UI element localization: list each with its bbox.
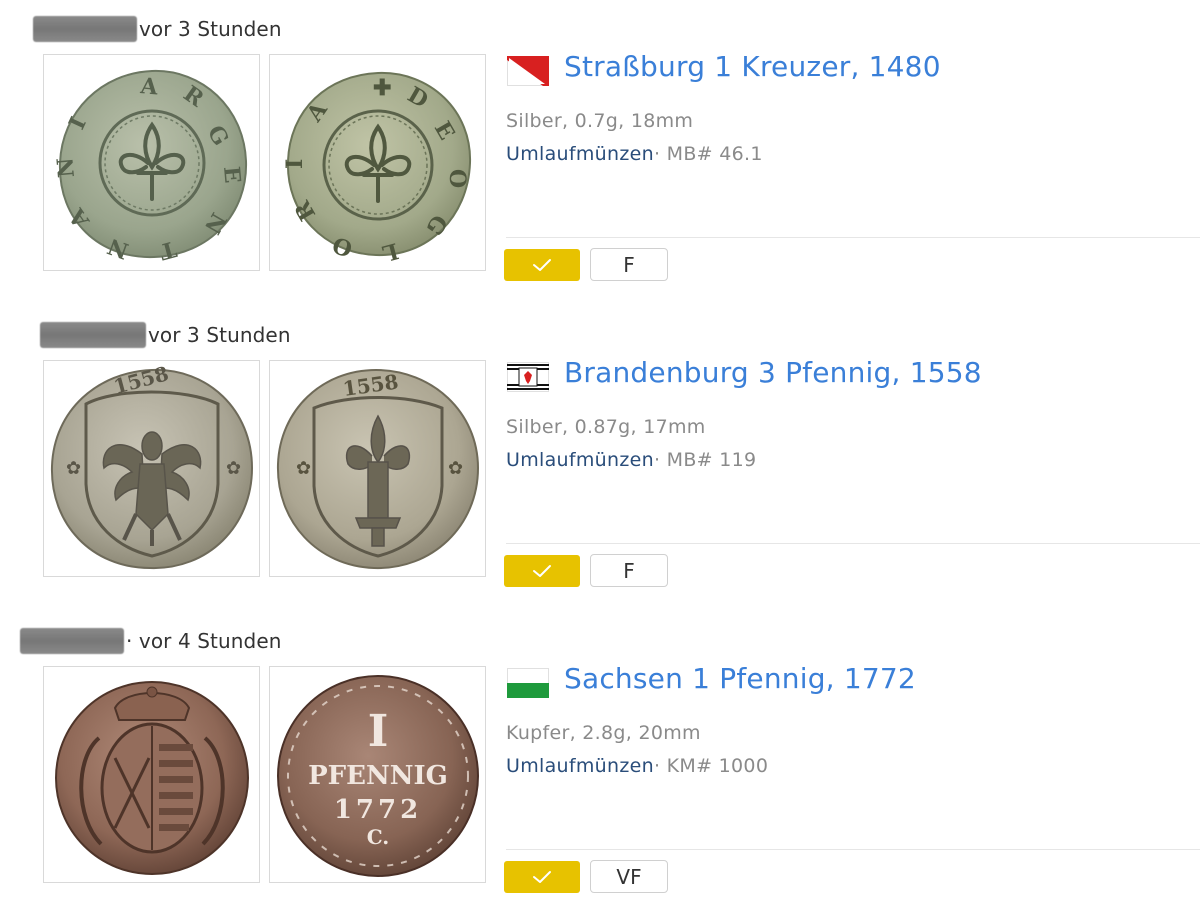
coin-entry: · vor 4 Stunden I PFENNIG 1772 C. Sachse… — [0, 612, 1200, 918]
username-redacted[interactable] — [33, 16, 137, 42]
rosette-mark: ✿ — [226, 458, 241, 479]
brandenburg-flag-icon — [507, 362, 549, 392]
coin-obverse-image[interactable]: 1558 ✿ ✿ — [43, 360, 260, 577]
collection-check-button[interactable] — [504, 861, 580, 893]
reverse-legend-letter: I — [282, 158, 308, 168]
catalog-number: · MB# 46.1 — [653, 143, 763, 165]
coin-catalog-line: Umlaufmünzen· MB# 46.1 — [506, 143, 763, 165]
entry-meta: · vor 4 Stunden — [20, 626, 282, 656]
coin-obverse-image[interactable] — [43, 666, 260, 883]
catalog-number: · MB# 119 — [653, 449, 757, 471]
coin-value: I — [367, 706, 388, 757]
category-link[interactable]: Umlaufmünzen — [506, 449, 654, 471]
coin-specs: Silber, 0.7g, 18mm — [506, 110, 694, 132]
sachsen-flag-icon — [507, 668, 549, 698]
obverse-legend-letter: A — [138, 72, 159, 100]
coin-title-link[interactable]: Straßburg 1 Kreuzer, 1480 — [564, 50, 941, 83]
entry-meta: vor 3 Stunden — [33, 14, 282, 44]
obverse-legend-letter: N — [52, 156, 80, 178]
coin-entry: vor 3 Stunden 1558 ✿ ✿ 1558 ✿ ✿ Brandenb… — [0, 306, 1200, 612]
coin-reverse-image[interactable]: ✚ D E O G L O R I A — [269, 54, 486, 271]
reverse-legend-cross: ✚ — [373, 75, 391, 101]
coin-title-link[interactable]: Sachsen 1 Pfennig, 1772 — [564, 662, 916, 695]
strassburg-flag-icon — [507, 56, 549, 86]
timestamp: vor 3 Stunden — [139, 17, 282, 41]
coin-specs: Kupfer, 2.8g, 20mm — [506, 722, 701, 744]
coin-unit: PFENNIG — [308, 761, 448, 791]
divider — [506, 849, 1200, 850]
category-link[interactable]: Umlaufmünzen — [506, 143, 654, 165]
grade-button[interactable]: F — [590, 248, 668, 281]
reverse-legend-letter: O — [444, 169, 470, 188]
grade-button[interactable]: VF — [590, 860, 668, 893]
check-icon — [533, 871, 551, 883]
username-redacted[interactable] — [40, 322, 146, 348]
catalog-number: · KM# 1000 — [653, 755, 769, 777]
coin-reverse-image[interactable]: 1558 ✿ ✿ — [269, 360, 486, 577]
username-redacted[interactable] — [20, 628, 124, 654]
rosette-mark: ✿ — [296, 458, 311, 479]
collection-check-button[interactable] — [504, 555, 580, 587]
coin-entry: vor 3 Stunden R G E N T N A N I A ✚ D E … — [0, 0, 1200, 306]
obverse-legend-letter: E — [218, 165, 245, 184]
coin-specs: Silber, 0.87g, 17mm — [506, 416, 706, 438]
grade-button[interactable]: F — [590, 554, 668, 587]
category-link[interactable]: Umlaufmünzen — [506, 755, 654, 777]
coin-obverse-image[interactable]: R G E N T N A N I A — [43, 54, 260, 271]
mint-mark: C. — [366, 825, 389, 849]
coin-catalog-line: Umlaufmünzen· KM# 1000 — [506, 755, 768, 777]
divider — [506, 543, 1200, 544]
collection-check-button[interactable] — [504, 249, 580, 281]
timestamp: · vor 4 Stunden — [126, 629, 282, 653]
coin-year: 1772 — [333, 795, 421, 825]
coin-reverse-image[interactable]: I PFENNIG 1772 C. — [269, 666, 486, 883]
divider — [506, 237, 1200, 238]
coin-catalog-line: Umlaufmünzen· MB# 119 — [506, 449, 756, 471]
coin-title-link[interactable]: Brandenburg 3 Pfennig, 1558 — [564, 356, 982, 389]
rosette-mark: ✿ — [448, 458, 463, 479]
check-icon — [533, 565, 551, 577]
rosette-mark: ✿ — [66, 458, 81, 479]
check-icon — [533, 259, 551, 271]
entry-meta: vor 3 Stunden — [40, 320, 291, 350]
timestamp: vor 3 Stunden — [148, 323, 291, 347]
